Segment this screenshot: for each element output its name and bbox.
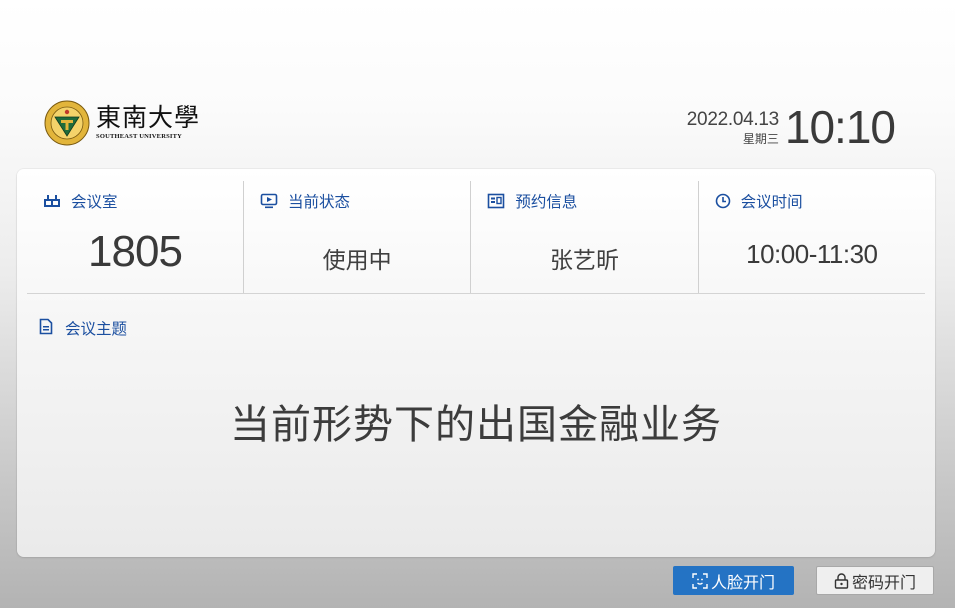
university-name-cn: 東南大學 (96, 103, 201, 133)
date-time-display: 2022.04.13 星期三 10:10 (686, 101, 896, 153)
topic-label: 会议主题 (65, 320, 128, 338)
meeting-topic: 当前形势下的出国金融业务 (230, 402, 722, 448)
password-unlock-label: 密码开门 (851, 572, 916, 592)
room-header: 会议室 (43, 190, 118, 212)
room-cell: 会议室 1805 (27, 181, 243, 293)
clock-icon (715, 193, 731, 209)
booking-cell: 预约信息 张艺昕 (470, 181, 697, 293)
building-icon (43, 194, 61, 208)
room-label: 会议室 (71, 193, 118, 211)
id-card-icon (487, 193, 505, 209)
status-header: 当前状态 (260, 190, 350, 212)
meeting-time-header: 会议时间 (715, 190, 803, 212)
face-scan-icon (692, 572, 708, 589)
booking-value: 张艺昕 (549, 248, 619, 274)
document-icon (39, 318, 53, 339)
meeting-time-cell: 会议时间 10:00-11:30 (697, 181, 925, 293)
room-value: 1805 (88, 227, 183, 276)
topic-header: 会议主题 (39, 317, 127, 339)
booking-label: 预约信息 (515, 193, 578, 211)
current-weekday: 星期三 (742, 131, 779, 146)
status-label: 当前状态 (288, 193, 351, 211)
current-date: 2022.04.13 (686, 108, 779, 130)
status-value: 使用中 (322, 248, 392, 274)
meeting-time-label: 会议时间 (740, 193, 803, 211)
face-unlock-label: 人脸开门 (710, 572, 775, 592)
info-row: 会议室 1805 当前状态 使用中 预约信息 张艺昕 会议时间 10:00-11… (27, 181, 925, 294)
password-unlock-button[interactable]: 密码开门 (816, 566, 934, 595)
status-cell: 当前状态 使用中 (243, 181, 470, 293)
meeting-info-card: 会议室 1805 当前状态 使用中 预约信息 张艺昕 会议时间 10:00-11… (17, 169, 935, 557)
university-name-en: SOUTHEAST UNIVERSITY (96, 133, 183, 141)
face-unlock-button[interactable]: 人脸开门 (673, 566, 794, 595)
meeting-time-value: 10:00-11:30 (746, 239, 878, 269)
lock-icon (834, 572, 849, 589)
booking-header: 预约信息 (487, 190, 577, 212)
current-time: 10:10 (784, 101, 896, 153)
university-seal-icon (44, 100, 90, 146)
university-logo: 東南大學 SOUTHEAST UNIVERSITY (44, 100, 200, 146)
play-screen-icon (260, 193, 278, 209)
